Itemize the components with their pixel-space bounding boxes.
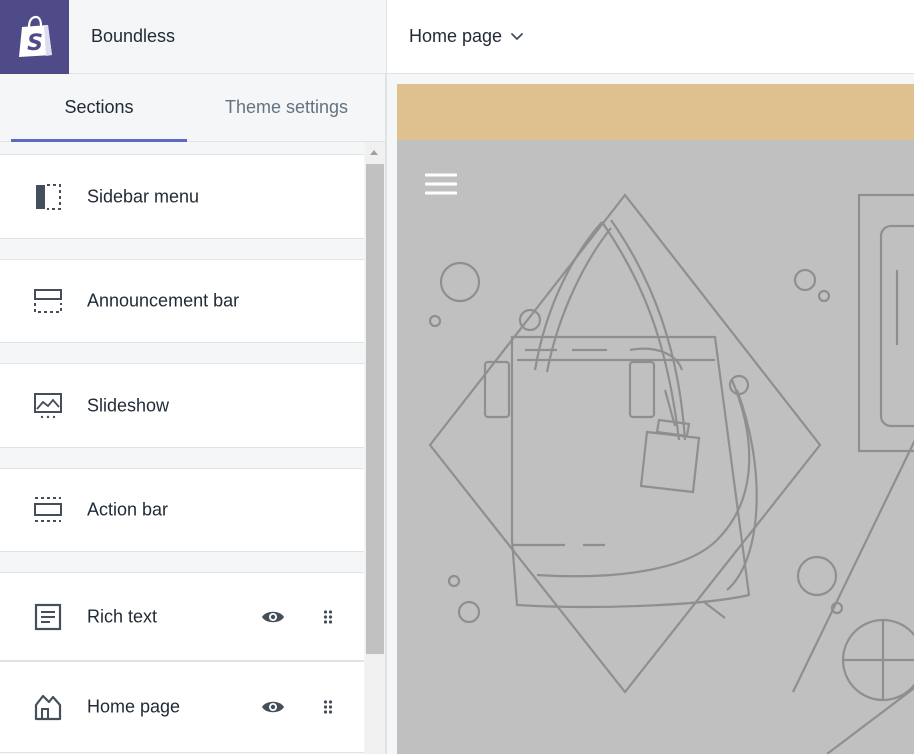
rich-text-icon	[32, 601, 64, 633]
section-label: Action bar	[87, 499, 169, 520]
section-item-announcement-bar[interactable]: Announcement bar	[0, 259, 364, 343]
tab-theme-settings[interactable]: Theme settings	[187, 74, 385, 141]
chevron-down-icon	[511, 32, 523, 40]
section-item-sidebar-menu[interactable]: Sidebar menu	[0, 154, 364, 239]
sidebar-tabs: Sections Theme settings	[0, 74, 385, 142]
sections-sidebar: Sections Theme settings Sidebar menu Ann…	[0, 74, 386, 754]
announcement-bar-icon	[32, 285, 64, 317]
eye-icon[interactable]	[260, 607, 286, 627]
tab-sections[interactable]: Sections	[11, 74, 187, 142]
preview-announcement-bar[interactable]	[397, 84, 914, 140]
section-item-slideshow[interactable]: Slideshow	[0, 363, 364, 448]
drag-handle-icon[interactable]	[320, 697, 336, 717]
page-selector-label: Home page	[409, 26, 503, 46]
page-selector-dropdown[interactable]: Home page	[409, 26, 524, 47]
svg-text:S: S	[27, 31, 43, 56]
scroll-thumb[interactable]	[366, 164, 384, 654]
slideshow-icon	[32, 390, 64, 422]
handbag-illustration	[428, 193, 914, 754]
page-selector-bar: Home page	[386, 0, 914, 74]
shopify-logo[interactable]: S	[0, 0, 69, 74]
theme-name: Boundless	[91, 26, 176, 46]
section-item-rich-text[interactable]: Rich text	[0, 572, 364, 661]
sidebar-layout-icon	[32, 181, 64, 213]
section-label: Rich text	[87, 606, 158, 626]
section-label: Announcement bar	[87, 290, 240, 311]
action-bar-icon	[32, 494, 64, 526]
theme-preview	[386, 74, 914, 754]
preview-frame	[397, 84, 914, 754]
section-label: Home page	[87, 696, 181, 717]
shopify-bag-icon: S	[18, 15, 52, 57]
hamburger-menu-icon[interactable]	[425, 172, 457, 196]
preview-hero-image[interactable]	[397, 140, 914, 754]
home-page-icon	[32, 691, 64, 723]
eye-icon[interactable]	[260, 697, 286, 717]
section-item-action-bar[interactable]: Action bar	[0, 468, 364, 552]
section-label: Sidebar menu	[87, 186, 200, 206]
drag-handle-icon[interactable]	[320, 607, 336, 627]
section-item-home-page[interactable]: Home page	[0, 661, 364, 753]
section-label: Slideshow	[87, 395, 170, 415]
scroll-up-arrow-icon[interactable]	[370, 150, 378, 155]
theme-header: Boundless	[69, 0, 386, 74]
sidebar-scrollbar[interactable]	[365, 142, 385, 754]
